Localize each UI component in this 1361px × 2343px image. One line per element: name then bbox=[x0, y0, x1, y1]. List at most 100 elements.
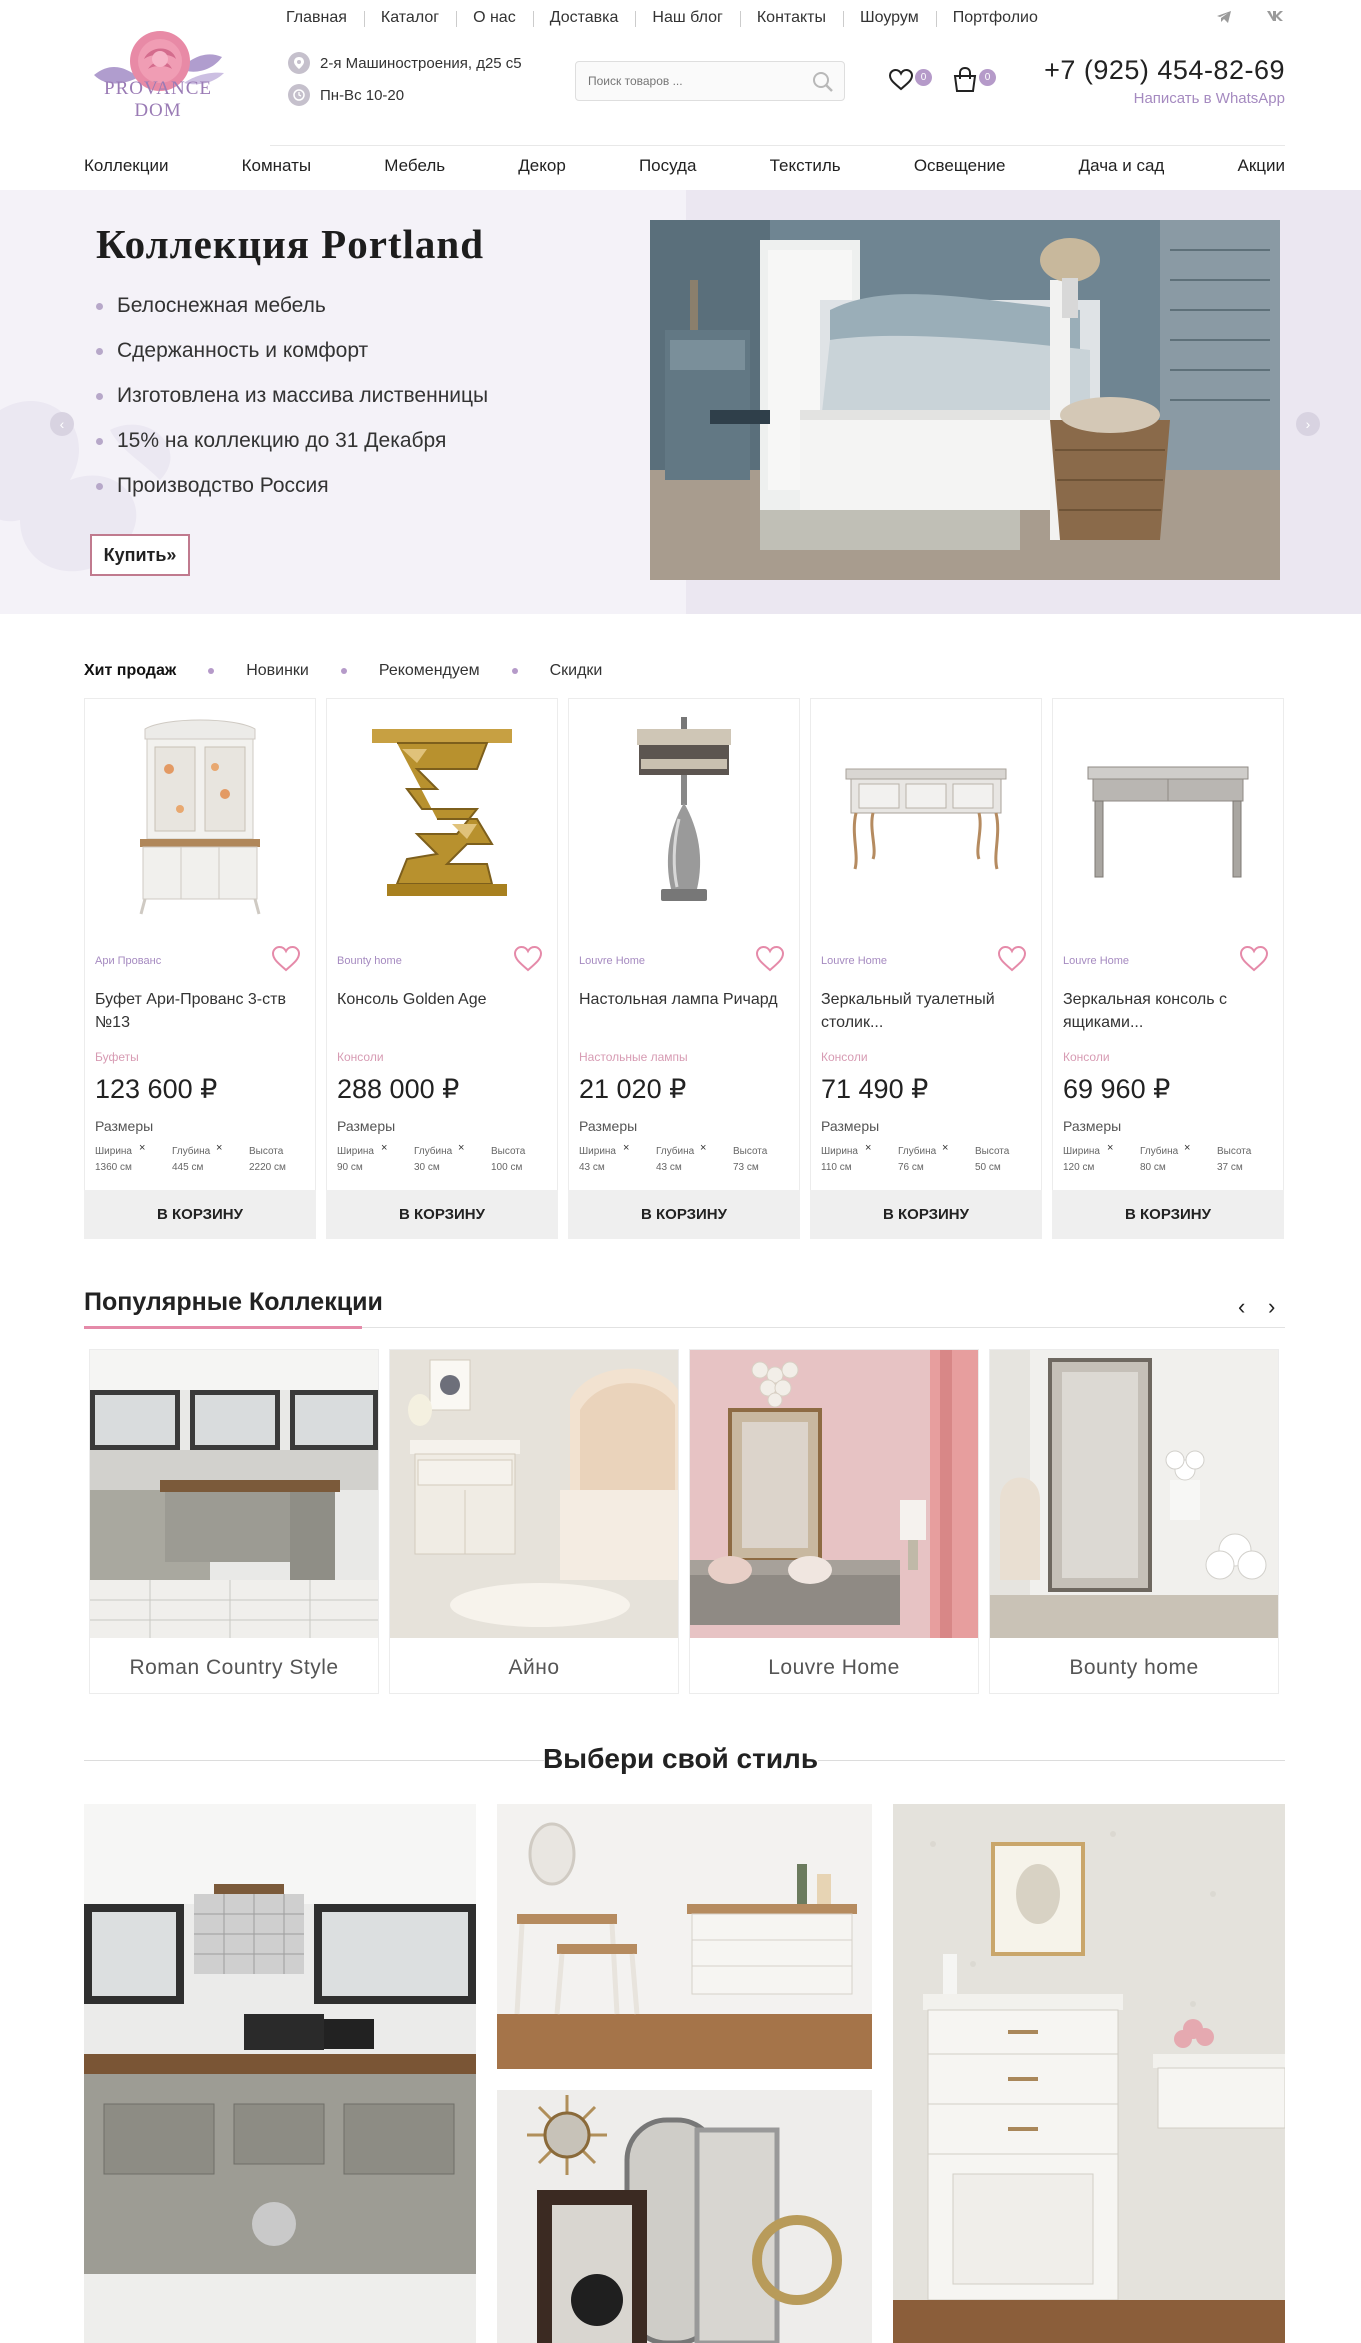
main-nav-lighting[interactable]: Освещение bbox=[914, 156, 1006, 180]
cart-button[interactable]: 0 bbox=[952, 64, 996, 94]
product-category[interactable]: Консоли bbox=[1063, 1050, 1110, 1064]
collection-image-living-room[interactable] bbox=[690, 1350, 978, 1638]
tab-bestsellers[interactable]: Хит продаж bbox=[84, 662, 176, 680]
dim-value: 445 см bbox=[172, 1162, 204, 1173]
product-name[interactable]: Зеркальная консоль с ящиками... bbox=[1063, 988, 1273, 1034]
main-nav-collections[interactable]: Коллекции bbox=[84, 156, 168, 180]
style-tile-white-dresser[interactable] bbox=[893, 1804, 1285, 2343]
add-to-favorites-icon[interactable] bbox=[513, 945, 543, 973]
product-brand[interactable]: Louvre Home bbox=[821, 955, 887, 967]
top-nav-portfolio[interactable]: Портфолио bbox=[935, 9, 1055, 27]
tab-discounts[interactable]: Скидки bbox=[550, 662, 603, 680]
add-to-cart-button[interactable]: В КОРЗИНУ bbox=[568, 1190, 800, 1239]
top-nav-delivery[interactable]: Доставка bbox=[532, 9, 636, 27]
top-nav-showroom[interactable]: Шоурум bbox=[842, 9, 936, 27]
product-image-buffet[interactable] bbox=[85, 699, 315, 929]
product-list: Ари Прованс Буфет Ари-Прованс 3-ств №13 … bbox=[84, 698, 1284, 1239]
dim-value: 43 см bbox=[656, 1162, 682, 1173]
product-brand[interactable]: Louvre Home bbox=[1063, 955, 1129, 967]
product-card[interactable]: Ари Прованс Буфет Ари-Прованс 3-ств №13 … bbox=[84, 698, 316, 1239]
tab-recommended[interactable]: Рекомендуем bbox=[379, 662, 480, 680]
favorites-button[interactable]: 0 bbox=[888, 64, 932, 94]
add-to-favorites-icon[interactable] bbox=[271, 945, 301, 973]
product-name[interactable]: Буфет Ари-Прованс 3-ств №13 bbox=[95, 988, 305, 1034]
main-nav-rooms[interactable]: Комнаты bbox=[242, 156, 312, 180]
buy-button[interactable]: Купить» bbox=[90, 534, 190, 576]
tab-new[interactable]: Новинки bbox=[246, 662, 309, 680]
vk-icon[interactable] bbox=[1266, 10, 1284, 22]
main-nav-sale[interactable]: Акции bbox=[1237, 156, 1285, 180]
main-nav-decor[interactable]: Декор bbox=[518, 156, 566, 180]
main-nav-furniture[interactable]: Мебель bbox=[384, 156, 445, 180]
product-category[interactable]: Консоли bbox=[821, 1050, 868, 1064]
collection-image-bedroom[interactable] bbox=[390, 1350, 678, 1638]
favorites-count: 0 bbox=[915, 69, 932, 86]
add-to-favorites-icon[interactable] bbox=[997, 945, 1027, 973]
collection-image-kitchen[interactable] bbox=[90, 1350, 378, 1638]
hero-bedroom-image bbox=[650, 220, 1280, 580]
main-nav-garden[interactable]: Дача и сад bbox=[1079, 156, 1165, 180]
cart-count: 0 bbox=[979, 69, 996, 86]
product-image-dressing-table[interactable] bbox=[811, 699, 1041, 929]
main-nav-textile[interactable]: Текстиль bbox=[770, 156, 841, 180]
collection-card[interactable]: Roman Country Style bbox=[89, 1349, 379, 1694]
dim-label: Ширина bbox=[579, 1146, 616, 1157]
add-to-cart-button[interactable]: В КОРЗИНУ bbox=[326, 1190, 558, 1239]
search-icon[interactable] bbox=[812, 71, 834, 93]
product-image-table-lamp[interactable] bbox=[569, 699, 799, 929]
collection-card[interactable]: Bounty home bbox=[989, 1349, 1279, 1694]
style-tile-country-kitchen[interactable] bbox=[84, 1804, 476, 2343]
style-tile-mirrors[interactable] bbox=[497, 2090, 872, 2343]
top-nav-contacts[interactable]: Контакты bbox=[739, 9, 843, 27]
collection-name[interactable]: Bounty home bbox=[990, 1656, 1278, 1680]
product-brand[interactable]: Bounty home bbox=[337, 955, 402, 967]
collection-card[interactable]: Louvre Home bbox=[689, 1349, 979, 1694]
dim-value: 37 см bbox=[1217, 1162, 1243, 1173]
collection-card[interactable]: Айно bbox=[389, 1349, 679, 1694]
page: PROVANCE DOM Главная Каталог О нас Доста… bbox=[0, 0, 1361, 2343]
collection-name[interactable]: Айно bbox=[390, 1656, 678, 1680]
style-tile-provence-bedroom[interactable] bbox=[497, 1804, 872, 2069]
product-category[interactable]: Настольные лампы bbox=[579, 1050, 688, 1064]
product-name[interactable]: Зеркальный туалетный столик... bbox=[821, 988, 1031, 1034]
dim-depth: Глубина 43 см × bbox=[656, 1142, 716, 1176]
top-nav-home[interactable]: Главная bbox=[270, 9, 364, 27]
product-category[interactable]: Буфеты bbox=[95, 1050, 139, 1064]
phone-number[interactable]: +7 (925) 454-82-69 bbox=[1044, 55, 1285, 86]
product-card[interactable]: Louvre Home Зеркальный туалетный столик.… bbox=[810, 698, 1042, 1239]
product-card[interactable]: Bounty home Консоль Golden Age Консоли 2… bbox=[326, 698, 558, 1239]
product-image-mirror-console[interactable] bbox=[1053, 699, 1283, 929]
whatsapp-link[interactable]: Написать в WhatsApp bbox=[1134, 90, 1285, 107]
add-to-cart-button[interactable]: В КОРЗИНУ bbox=[810, 1190, 1042, 1239]
product-name[interactable]: Настольная лампа Ричард bbox=[579, 988, 789, 1011]
add-to-favorites-icon[interactable] bbox=[1239, 945, 1269, 973]
product-dimensions: Ширина 110 см × Глубина 76 см × Высота 50 см bbox=[821, 1142, 1035, 1176]
add-to-favorites-icon[interactable] bbox=[755, 945, 785, 973]
dim-height: Высота 2220 см bbox=[249, 1144, 309, 1176]
product-category[interactable]: Консоли bbox=[337, 1050, 384, 1064]
top-nav-catalog[interactable]: Каталог bbox=[363, 9, 456, 27]
collections-next-button[interactable]: › bbox=[1268, 1294, 1275, 1320]
product-card[interactable]: Louvre Home Настольная лампа Ричард Наст… bbox=[568, 698, 800, 1239]
sizes-label: Размеры bbox=[579, 1118, 638, 1134]
hero-next-button[interactable]: › bbox=[1296, 412, 1320, 436]
product-brand[interactable]: Ари Прованс bbox=[95, 955, 161, 967]
collection-name[interactable]: Roman Country Style bbox=[90, 1656, 378, 1680]
product-brand[interactable]: Louvre Home bbox=[579, 955, 645, 967]
main-nav-tableware[interactable]: Посуда bbox=[639, 156, 696, 180]
logo-text[interactable]: PROVANCE DOM bbox=[84, 78, 232, 122]
add-to-cart-button[interactable]: В КОРЗИНУ bbox=[1052, 1190, 1284, 1239]
add-to-cart-button[interactable]: В КОРЗИНУ bbox=[84, 1190, 316, 1239]
top-nav-blog[interactable]: Наш блог bbox=[635, 9, 739, 27]
hero-prev-button[interactable]: ‹ bbox=[50, 412, 74, 436]
collection-name[interactable]: Louvre Home bbox=[690, 1656, 978, 1680]
top-nav-about[interactable]: О нас bbox=[456, 9, 533, 27]
dim-label: Глубина bbox=[414, 1146, 453, 1157]
product-image-console[interactable] bbox=[327, 699, 557, 929]
collections-prev-button[interactable]: ‹ bbox=[1238, 1294, 1245, 1320]
search-input[interactable] bbox=[576, 62, 796, 100]
collection-image-mirror-room[interactable] bbox=[990, 1350, 1278, 1638]
telegram-icon[interactable] bbox=[1216, 10, 1232, 24]
product-name[interactable]: Консоль Golden Age bbox=[337, 988, 547, 1011]
product-card[interactable]: Louvre Home Зеркальная консоль с ящиками… bbox=[1052, 698, 1284, 1239]
